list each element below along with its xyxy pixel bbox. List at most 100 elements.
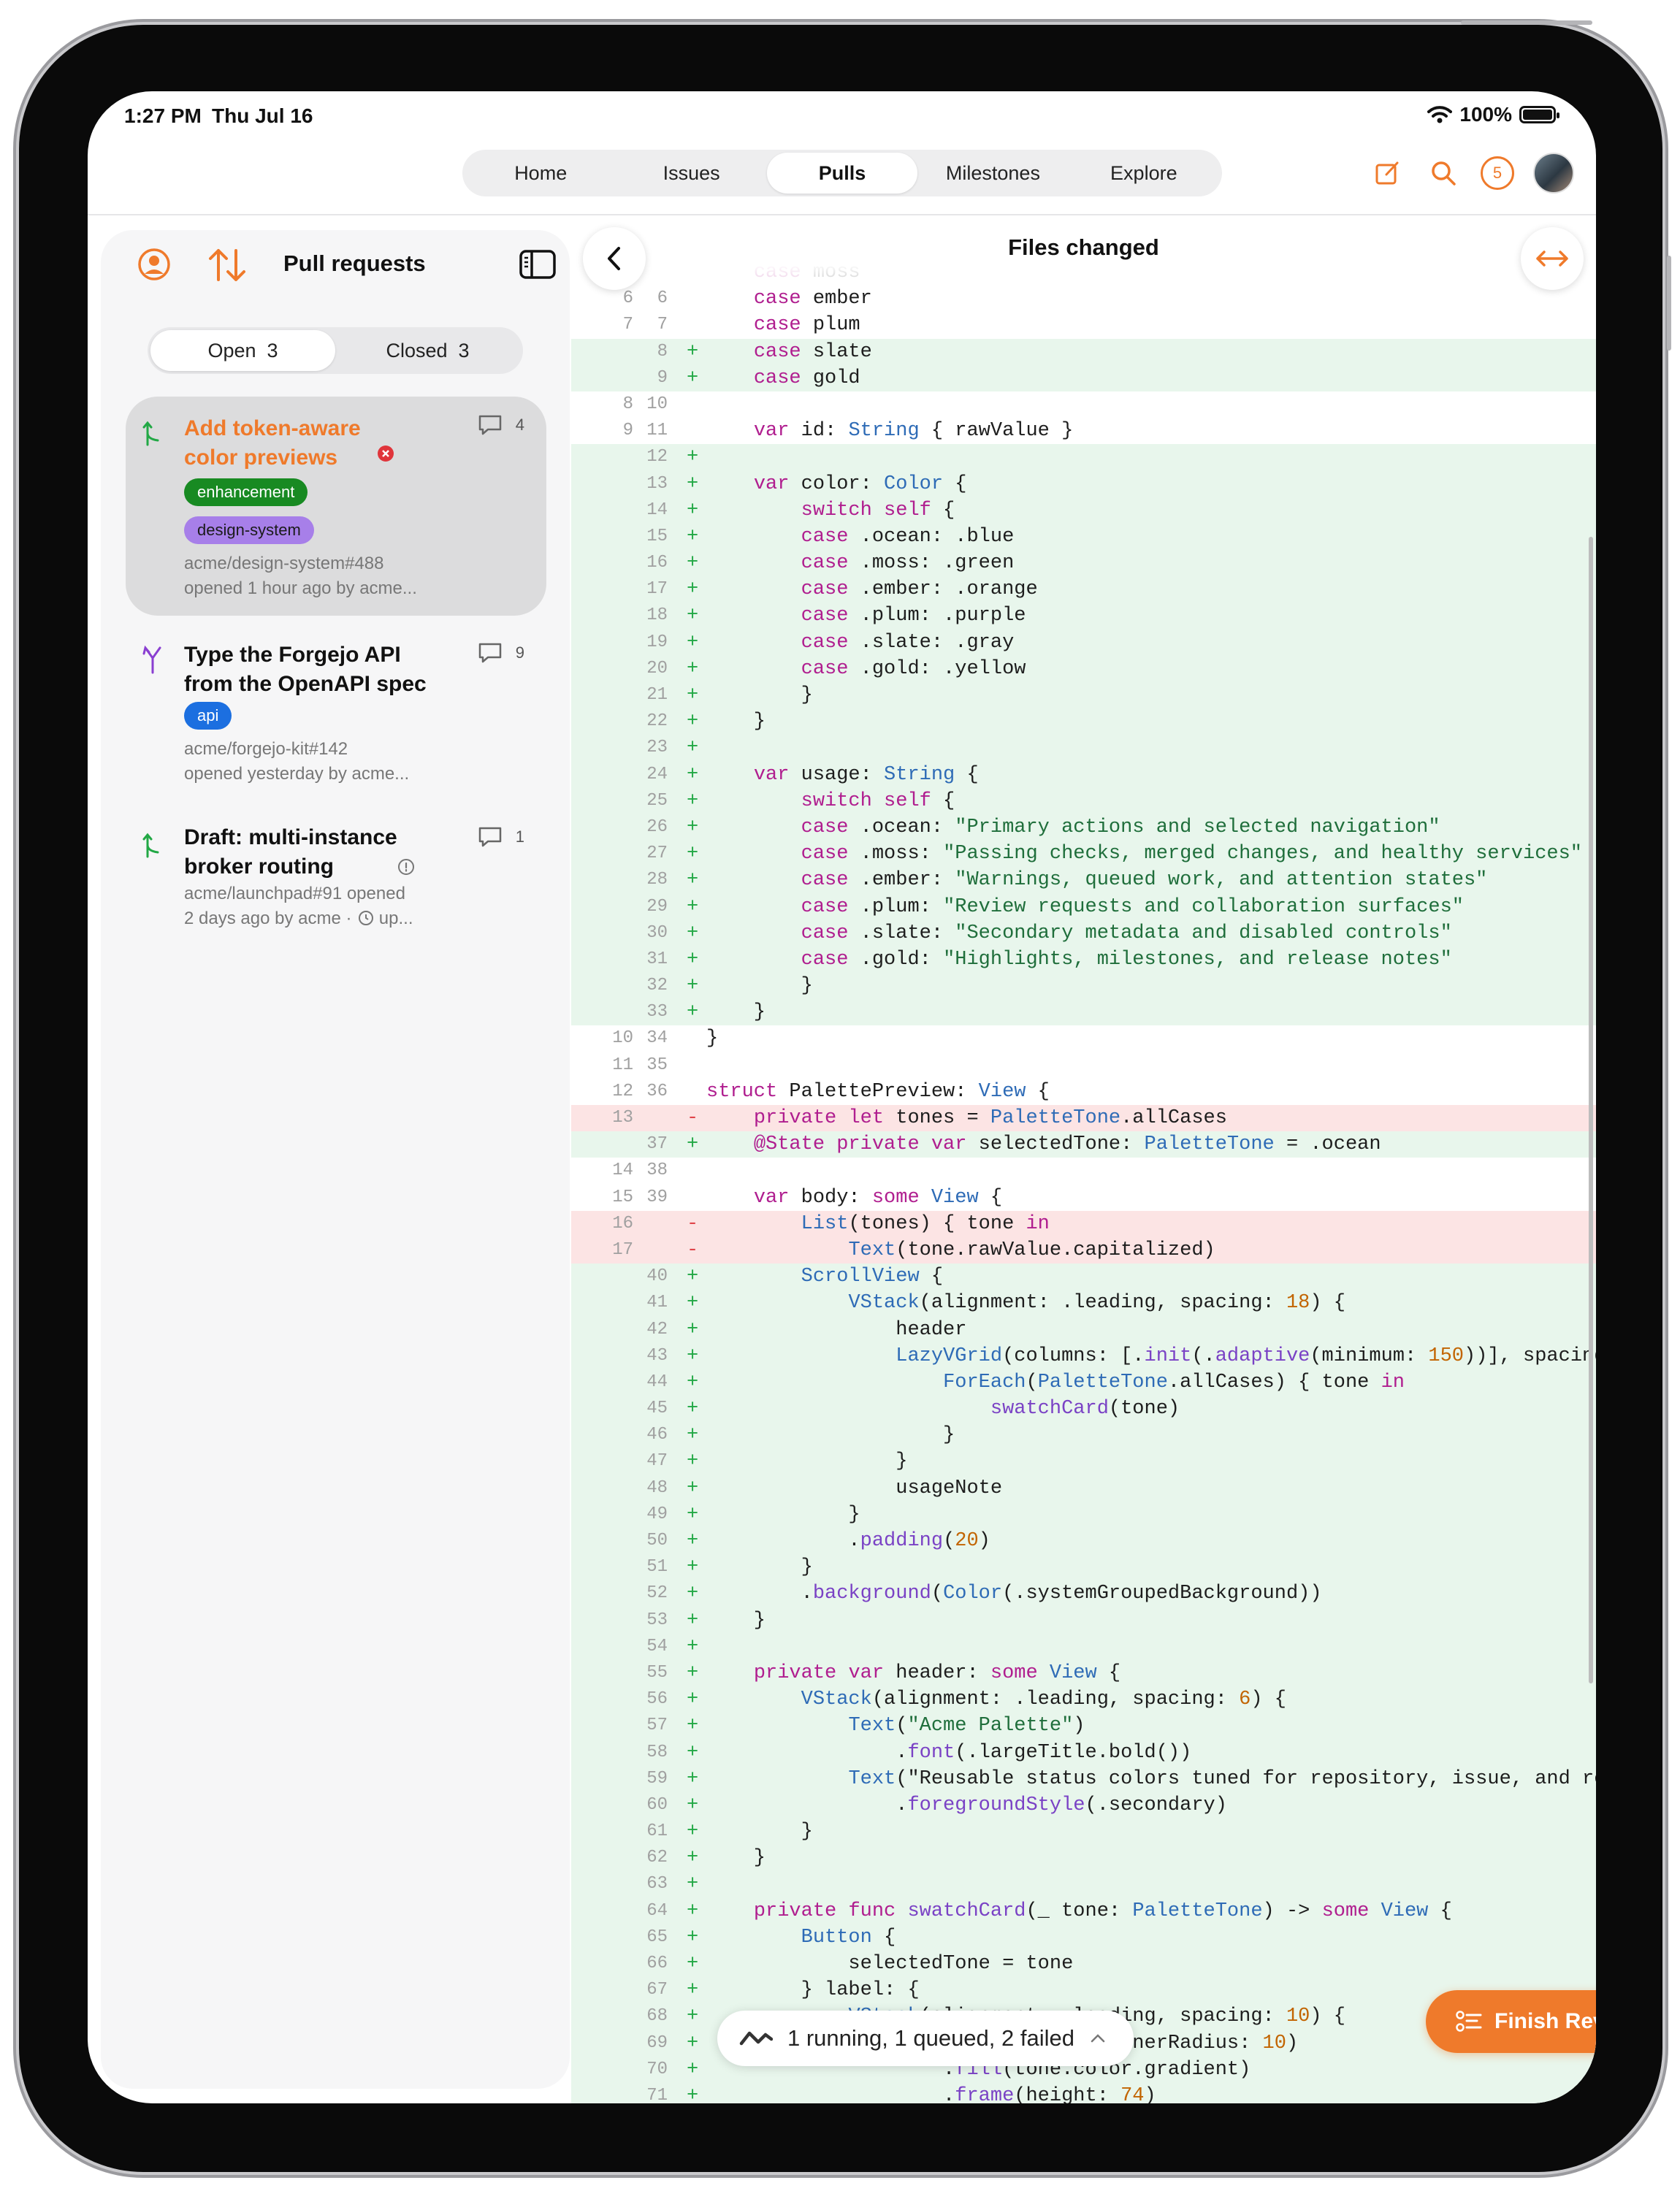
- diff-line-removed[interactable]: 16 - List(tones) { tone in: [571, 1210, 1596, 1237]
- diff-line-added[interactable]: 23 +: [571, 735, 1596, 762]
- diff-line-added[interactable]: 52 + .background(Color(.systemGroupedBack…: [571, 1580, 1596, 1607]
- diff-line-removed[interactable]: 17 - Text(tone.rawValue.capitalized): [571, 1236, 1596, 1264]
- diff-line-added[interactable]: 66 + selectedTone = tone: [571, 1951, 1596, 1978]
- diff-line-added[interactable]: 20 + case .gold: .yellow: [571, 655, 1596, 682]
- diff-line-added[interactable]: 41 + VStack(alignment: .leading, spacing:…: [571, 1290, 1596, 1317]
- diff-line-context[interactable]: 14 38: [571, 1158, 1596, 1184]
- diff-line-context[interactable]: 11 35: [571, 1052, 1596, 1079]
- diff-line-added[interactable]: 61 + }: [571, 1819, 1596, 1846]
- diff-line-context[interactable]: 9 11 var id: String { rawValue }: [571, 418, 1596, 444]
- actions-status-pill[interactable]: 1 running, 1 queued, 2 failed: [717, 2011, 1134, 2066]
- diff-sign: +: [687, 1609, 699, 1632]
- diff-line-added[interactable]: 30 + case .slate: "Secondary metadata and…: [571, 919, 1596, 947]
- scrollbar[interactable]: [1589, 537, 1593, 1683]
- sidebar-toggle-icon[interactable]: [519, 249, 557, 280]
- diff-line-added[interactable]: 13 + var color: Color {: [571, 470, 1596, 497]
- diff-line-added[interactable]: 33 + }: [571, 999, 1596, 1026]
- diff-line-added[interactable]: 54 +: [571, 1633, 1596, 1660]
- diff-line-added[interactable]: 71 + .frame(height: 74): [571, 2082, 1596, 2103]
- diff-line-added[interactable]: 51 + }: [571, 1554, 1596, 1581]
- profile-icon[interactable]: [137, 248, 171, 281]
- tab-explore[interactable]: Explore: [1069, 153, 1219, 194]
- tab-issues[interactable]: Issues: [616, 153, 766, 194]
- diff-line-added[interactable]: 31 + case .gold: "Highlights, milestones,…: [571, 946, 1596, 974]
- segment-closed[interactable]: Closed 3: [335, 330, 520, 371]
- diff-line-context[interactable]: 12 36 struct PalettePreview: View {: [571, 1079, 1596, 1105]
- diff-line-added[interactable]: 40 + ScrollView {: [571, 1263, 1596, 1290]
- diff-line-added[interactable]: 62 + }: [571, 1845, 1596, 1872]
- pr-list-item[interactable]: Add token-aware color previews 4 enhancem…: [126, 397, 546, 616]
- segment-open[interactable]: Open 3: [150, 330, 335, 371]
- code-text: var usage: String {: [753, 763, 979, 786]
- diff-line-context[interactable]: 7 7 case plum: [571, 312, 1596, 338]
- diff-line-removed[interactable]: 13 - private let tones = PaletteTone.allC…: [571, 1105, 1596, 1132]
- diff-line-added[interactable]: 48 + usageNote: [571, 1475, 1596, 1502]
- diff-line-added[interactable]: 26 + case .ocean: "Primary actions and se…: [571, 814, 1596, 841]
- diff-line-added[interactable]: 27 + case .moss: "Passing checks, merged …: [571, 841, 1596, 868]
- diff-line-added[interactable]: 63 +: [571, 1871, 1596, 1898]
- diff-line-added[interactable]: 28 + case .ember: "Warnings, queued work,…: [571, 867, 1596, 894]
- diff-line-added[interactable]: 46 + }: [571, 1422, 1596, 1449]
- pull-request-icon: [142, 645, 161, 674]
- diff-line-context[interactable]: 15 39 var body: some View {: [571, 1185, 1596, 1211]
- diff-line-added[interactable]: 56 + VStack(alignment: .leading, spacing:…: [571, 1686, 1596, 1713]
- diff-line-context[interactable]: 6 6 case ember: [571, 286, 1596, 312]
- search-icon[interactable]: [1425, 155, 1462, 191]
- new-line-number: 55: [646, 1662, 668, 1683]
- diff-line-context[interactable]: 8 10: [571, 391, 1596, 418]
- top-actions: 5: [1370, 153, 1574, 194]
- diff-line-added[interactable]: 37 + @State private var selectedTone: Pal…: [571, 1131, 1596, 1158]
- diff-line-added[interactable]: 19 + case .slate: .gray: [571, 629, 1596, 656]
- diff-line-added[interactable]: 24 + var usage: String {: [571, 761, 1596, 788]
- diff-line-added[interactable]: 60 + .foregroundStyle(.secondary): [571, 1792, 1596, 1819]
- notifications-badge[interactable]: 5: [1481, 156, 1514, 190]
- diff-line-added[interactable]: 17 + case .ember: .orange: [571, 576, 1596, 603]
- pr-list-item[interactable]: Draft: multi-instance broker routing 1 ac…: [126, 808, 546, 955]
- diff-line-added[interactable]: 25 + switch self {: [571, 787, 1596, 814]
- diff-line-added[interactable]: 22 + }: [571, 708, 1596, 735]
- diff-line-added[interactable]: 50 + .padding(20): [571, 1528, 1596, 1555]
- diff-view[interactable]: case moss66 case ember77 case plum8+ cas…: [571, 259, 1596, 2103]
- tab-home[interactable]: Home: [465, 153, 616, 194]
- diff-line-added[interactable]: 57 + Text("Acme Palette"): [571, 1713, 1596, 1740]
- diff-line-added[interactable]: 12 +: [571, 444, 1596, 471]
- diff-line-added[interactable]: 65 + Button {: [571, 1924, 1596, 1951]
- diff-line-added[interactable]: 59 + Text("Reusable status colors tuned f…: [571, 1765, 1596, 1792]
- diff-line-added[interactable]: 9 + case gold: [571, 364, 1596, 391]
- tab-pulls[interactable]: Pulls: [766, 153, 918, 194]
- tab-milestones[interactable]: Milestones: [917, 153, 1068, 194]
- avatar[interactable]: [1533, 153, 1574, 194]
- diff-line-added[interactable]: 43 + LazyVGrid(columns: [.init(.adaptive(…: [571, 1342, 1596, 1369]
- diff-line-added[interactable]: 16 + case .moss: .green: [571, 550, 1596, 577]
- diff-line-added[interactable]: 42 + header: [571, 1316, 1596, 1343]
- status-time: 1:27 PM: [124, 104, 202, 127]
- diff-line-added[interactable]: 14 + switch self {: [571, 497, 1596, 524]
- diff-line-context[interactable]: 10 34}: [571, 1025, 1596, 1052]
- sort-icon[interactable]: [207, 246, 248, 284]
- new-line-number: 21: [646, 685, 668, 705]
- diff-line-added[interactable]: 53 + }: [571, 1607, 1596, 1634]
- diff-line-added[interactable]: 15 + case .ocean: .blue: [571, 523, 1596, 551]
- label-design-system[interactable]: design-system: [184, 516, 314, 544]
- diff-line-added[interactable]: 21 + }: [571, 682, 1596, 709]
- diff-line-added[interactable]: 49 + }: [571, 1501, 1596, 1528]
- label-enhancement[interactable]: enhancement: [184, 478, 308, 506]
- diff-line-added[interactable]: 18 + case .plum: .purple: [571, 603, 1596, 630]
- diff-line-added[interactable]: 64 + private func swatchCard(_ tone: Pale…: [571, 1897, 1596, 1924]
- code-text: struct PalettePreview: View {: [706, 1080, 1050, 1103]
- diff-line-added[interactable]: 32 + }: [571, 973, 1596, 1000]
- expand-width-button[interactable]: [1521, 227, 1584, 290]
- diff-line-added[interactable]: 29 + case .plum: "Review requests and col…: [571, 893, 1596, 920]
- label-api[interactable]: api: [184, 702, 232, 730]
- diff-line-added[interactable]: 44 + ForEach(PaletteTone.allCases) { tone…: [571, 1369, 1596, 1396]
- diff-line-added[interactable]: 45 + swatchCard(tone): [571, 1396, 1596, 1423]
- diff-line-added[interactable]: 58 + .font(.largeTitle.bold()): [571, 1739, 1596, 1766]
- finish-review-button[interactable]: Finish Review: [1426, 1990, 1596, 2053]
- diff-line-added[interactable]: 47 + }: [571, 1448, 1596, 1475]
- diff-line-added[interactable]: 8 + case slate: [571, 338, 1596, 365]
- new-line-number: 37: [646, 1134, 668, 1155]
- back-button[interactable]: [583, 227, 646, 290]
- diff-line-added[interactable]: 55 + private var header: some View {: [571, 1659, 1596, 1687]
- compose-icon[interactable]: [1370, 155, 1406, 191]
- pr-list-item[interactable]: Type the Forgejo API from the OpenAPI spe…: [126, 624, 546, 800]
